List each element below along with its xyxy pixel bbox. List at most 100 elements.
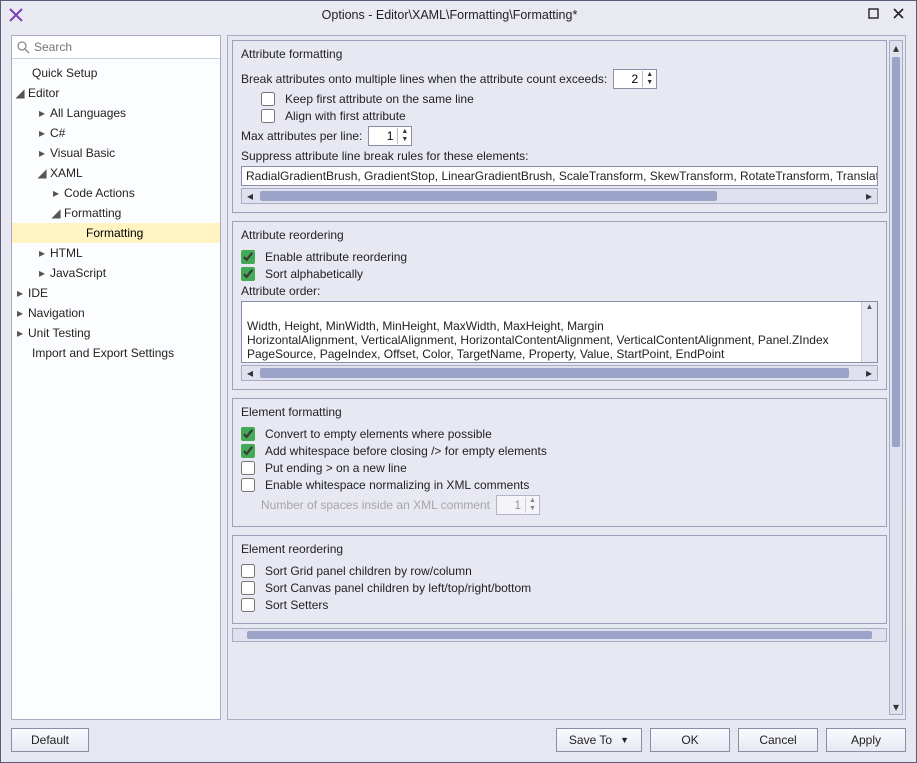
group-title: Element reordering [241,542,878,556]
suppress-rules-input[interactable]: RadialGradientBrush, GradientStop, Linea… [241,166,878,186]
scroll-down-icon[interactable]: ▾ [890,700,902,714]
whitespace-before-close-checkbox[interactable] [241,444,255,458]
chevron-right-icon: ▸ [14,286,26,300]
scroll-up-icon[interactable]: ▲ [862,302,877,311]
search-box[interactable] [12,36,220,59]
attribute-order-label: Attribute order: [241,284,320,298]
tree-item-javascript[interactable]: ▸JavaScript [12,263,220,283]
break-attributes-input[interactable] [614,72,642,86]
whitespace-before-close-label: Add whitespace before closing /> for emp… [265,444,547,458]
scroll-right-icon[interactable]: ▸ [861,366,877,380]
nav-tree: Quick Setup ◢Editor ▸All Languages ▸C# ▸… [12,59,220,719]
scroll-left-icon[interactable]: ◂ [242,189,258,203]
chevron-right-icon: ▸ [36,266,48,280]
group-title: Attribute reordering [241,228,878,242]
panel-hscroll[interactable] [232,628,887,642]
ending-newline-checkbox[interactable] [241,461,255,475]
sort-setters-checkbox[interactable] [241,598,255,612]
tree-item-quick-setup[interactable]: Quick Setup [12,63,220,83]
cancel-button[interactable]: Cancel [738,728,818,752]
chevron-right-icon: ▸ [14,306,26,320]
max-attributes-stepper[interactable]: ▲▼ [368,126,412,146]
spin-down-icon[interactable]: ▼ [398,136,411,144]
chevron-right-icon: ▸ [50,186,62,200]
enable-reordering-checkbox[interactable] [241,250,255,264]
convert-empty-checkbox[interactable] [241,427,255,441]
search-input[interactable] [30,38,216,56]
keep-first-attribute-checkbox[interactable] [261,92,275,106]
apply-button[interactable]: Apply [826,728,906,752]
scroll-up-icon[interactable]: ▴ [890,41,902,55]
chevron-right-icon: ▸ [36,126,48,140]
spin-down-icon: ▼ [526,505,539,513]
group-title: Attribute formatting [241,47,878,61]
window-title: Options - Editor\XAML\Formatting\Formatt… [31,8,868,22]
max-attributes-input[interactable] [369,129,397,143]
spin-up-icon[interactable]: ▲ [398,128,411,136]
group-element-reordering: Element reordering Sort Grid panel child… [232,535,887,624]
attribute-order-input[interactable]: Width, Height, MinWidth, MinHeight, MaxW… [241,301,878,363]
tree-item-xaml[interactable]: ◢XAML [12,163,220,183]
max-attributes-label: Max attributes per line: [241,129,362,143]
enable-reordering-label: Enable attribute reordering [265,250,407,264]
attribute-order-hscroll[interactable]: ◂ ▸ [241,365,878,381]
tree-item-formatting-parent[interactable]: ◢Formatting [12,203,220,223]
attribute-order-vscroll[interactable]: ▲ [861,302,877,362]
chevron-down-icon: ▼ [620,735,629,745]
sort-setters-label: Sort Setters [265,598,328,612]
tree-item-formatting[interactable]: Formatting [12,223,220,243]
ok-button[interactable]: OK [650,728,730,752]
tree-item-visual-basic[interactable]: ▸Visual Basic [12,143,220,163]
sort-canvas-checkbox[interactable] [241,581,255,595]
suppress-rules-label: Suppress attribute line break rules for … [241,149,528,163]
align-first-attribute-label: Align with first attribute [285,109,406,123]
tree-item-editor[interactable]: ◢Editor [12,83,220,103]
break-attributes-count[interactable]: ▲▼ [613,69,657,89]
tree-item-csharp[interactable]: ▸C# [12,123,220,143]
sort-alphabetically-label: Sort alphabetically [265,267,363,281]
search-icon [16,40,30,54]
comment-spaces-input [497,498,525,512]
sidebar: Quick Setup ◢Editor ▸All Languages ▸C# ▸… [11,35,221,720]
titlebar: Options - Editor\XAML\Formatting\Formatt… [1,1,916,29]
sort-grid-checkbox[interactable] [241,564,255,578]
sort-grid-label: Sort Grid panel children by row/column [265,564,472,578]
keep-first-attribute-label: Keep first attribute on the same line [285,92,474,106]
maximize-icon[interactable] [868,8,879,22]
tree-item-navigation[interactable]: ▸Navigation [12,303,220,323]
chevron-right-icon: ▸ [36,106,48,120]
tree-item-code-actions[interactable]: ▸Code Actions [12,183,220,203]
attribute-order-text: Width, Height, MinWidth, MinHeight, MaxW… [247,319,829,363]
panel-vscroll[interactable]: ▴ ▾ [889,40,903,715]
ws-normalize-label: Enable whitespace normalizing in XML com… [265,478,529,492]
comment-spaces-stepper: ▲▼ [496,495,540,515]
tree-item-import-export[interactable]: Import and Export Settings [12,343,220,363]
group-element-formatting: Element formatting Convert to empty elem… [232,398,887,527]
close-icon[interactable] [893,8,904,22]
spin-up-icon[interactable]: ▲ [643,71,656,79]
chevron-down-icon: ◢ [14,86,26,100]
dialog-footer: Default Save To▼ OK Cancel Apply [11,720,906,752]
break-attributes-label: Break attributes onto multiple lines whe… [241,72,607,86]
save-to-button[interactable]: Save To▼ [556,728,642,752]
scroll-left-icon[interactable]: ◂ [242,366,258,380]
scroll-right-icon[interactable]: ▸ [861,189,877,203]
group-attribute-formatting: Attribute formatting Break attributes on… [232,40,887,213]
suppress-rules-scrollbar[interactable]: ◂ ▸ [241,188,878,204]
chevron-right-icon: ▸ [36,146,48,160]
app-icon [7,6,25,24]
tree-item-ide[interactable]: ▸IDE [12,283,220,303]
tree-item-all-languages[interactable]: ▸All Languages [12,103,220,123]
convert-empty-label: Convert to empty elements where possible [265,427,492,441]
chevron-right-icon: ▸ [14,326,26,340]
sort-alphabetically-checkbox[interactable] [241,267,255,281]
default-button[interactable]: Default [11,728,89,752]
tree-item-unit-testing[interactable]: ▸Unit Testing [12,323,220,343]
chevron-right-icon: ▸ [36,246,48,260]
ws-normalize-checkbox[interactable] [241,478,255,492]
tree-item-html[interactable]: ▸HTML [12,243,220,263]
ending-newline-label: Put ending > on a new line [265,461,407,475]
spin-down-icon[interactable]: ▼ [643,79,656,87]
spin-up-icon: ▲ [526,497,539,505]
align-first-attribute-checkbox[interactable] [261,109,275,123]
